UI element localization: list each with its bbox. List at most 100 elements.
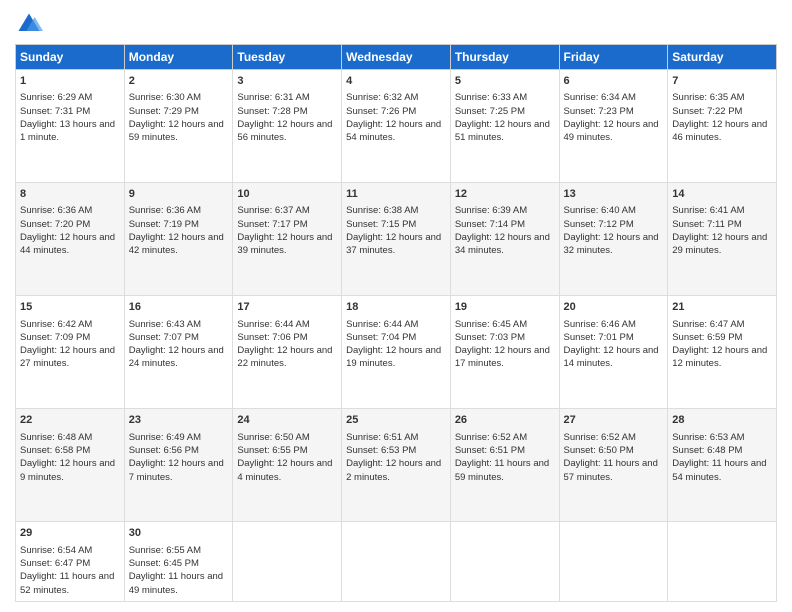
sunrise: Sunrise: 6:54 AM: [20, 545, 92, 556]
day-number: 23: [129, 413, 229, 428]
week-row-4: 22 Sunrise: 6:48 AM Sunset: 6:58 PM Dayligh…: [16, 409, 777, 522]
sunset: Sunset: 7:17 PM: [237, 219, 307, 230]
day-number: 12: [455, 187, 555, 202]
sunset: Sunset: 6:51 PM: [455, 445, 525, 456]
sunrise: Sunrise: 6:51 AM: [346, 432, 418, 443]
sunrise: Sunrise: 6:47 AM: [672, 319, 744, 330]
sunset: Sunset: 6:56 PM: [129, 445, 199, 456]
daylight: Daylight: 12 hours and 54 minutes.: [346, 119, 441, 143]
day-number: 14: [672, 187, 772, 202]
sunset: Sunset: 7:01 PM: [564, 332, 634, 343]
day-number: 30: [129, 526, 229, 541]
sunrise: Sunrise: 6:34 AM: [564, 92, 636, 103]
day-number: 1: [20, 74, 120, 89]
sunrise: Sunrise: 6:32 AM: [346, 92, 418, 103]
daylight: Daylight: 12 hours and 12 minutes.: [672, 345, 767, 369]
calendar-cell: [668, 522, 777, 602]
day-number: 21: [672, 300, 772, 315]
calendar-cell: 20Sunrise: 6:46 AMSunset: 7:01 PMDayligh…: [559, 296, 668, 409]
daylight: Daylight: 12 hours and 4 minutes.: [237, 458, 332, 482]
sunset: Sunset: 6:45 PM: [129, 558, 199, 569]
day-number: 6: [564, 74, 664, 89]
sunset: Sunset: 7:12 PM: [564, 219, 634, 230]
calendar-cell: [342, 522, 451, 602]
calendar-cell: 24Sunrise: 6:50 AMSunset: 6:55 PMDayligh…: [233, 409, 342, 522]
calendar-cell: 29Sunrise: 6:54 AMSunset: 6:47 PMDayligh…: [16, 522, 125, 602]
week-row-5: 29Sunrise: 6:54 AMSunset: 6:47 PMDayligh…: [16, 522, 777, 602]
daylight: Daylight: 12 hours and 51 minutes.: [455, 119, 550, 143]
calendar-cell: 26Sunrise: 6:52 AMSunset: 6:51 PMDayligh…: [450, 409, 559, 522]
sunset: Sunset: 7:03 PM: [455, 332, 525, 343]
calendar-cell: [559, 522, 668, 602]
daylight: Daylight: 12 hours and 59 minutes.: [129, 119, 224, 143]
day-number: 29: [20, 526, 120, 541]
sunset: Sunset: 6:55 PM: [237, 445, 307, 456]
calendar-cell: 17Sunrise: 6:44 AMSunset: 7:06 PMDayligh…: [233, 296, 342, 409]
sunset: Sunset: 7:31 PM: [20, 106, 90, 117]
daylight: Daylight: 11 hours and 57 minutes.: [564, 458, 658, 482]
daylight: Daylight: 12 hours and 19 minutes.: [346, 345, 441, 369]
sunrise: Sunrise: 6:53 AM: [672, 432, 744, 443]
calendar-cell: [450, 522, 559, 602]
calendar-cell: 10Sunrise: 6:37 AMSunset: 7:17 PMDayligh…: [233, 183, 342, 296]
logo: [15, 10, 47, 38]
calendar-cell: 8Sunrise: 6:36 AMSunset: 7:20 PMDaylight…: [16, 183, 125, 296]
day-number: 5: [455, 74, 555, 89]
sunset: Sunset: 7:22 PM: [672, 106, 742, 117]
day-number: 17: [237, 300, 337, 315]
calendar-cell: 25Sunrise: 6:51 AMSunset: 6:53 PMDayligh…: [342, 409, 451, 522]
day-number: 22: [20, 413, 120, 428]
calendar-cell: 7Sunrise: 6:35 AMSunset: 7:22 PMDaylight…: [668, 70, 777, 183]
sunset: Sunset: 7:19 PM: [129, 219, 199, 230]
daylight: Daylight: 12 hours and 46 minutes.: [672, 119, 767, 143]
calendar-cell: 30Sunrise: 6:55 AMSunset: 6:45 PMDayligh…: [124, 522, 233, 602]
day-number: 2: [129, 74, 229, 89]
calendar-cell: 9Sunrise: 6:36 AMSunset: 7:19 PMDaylight…: [124, 183, 233, 296]
calendar-cell: 3Sunrise: 6:31 AMSunset: 7:28 PMDaylight…: [233, 70, 342, 183]
calendar-cell: 4Sunrise: 6:32 AMSunset: 7:26 PMDaylight…: [342, 70, 451, 183]
calendar-cell: 19Sunrise: 6:45 AMSunset: 7:03 PMDayligh…: [450, 296, 559, 409]
sunrise: Sunrise: 6:42 AM: [20, 319, 92, 330]
sunrise: Sunrise: 6:52 AM: [564, 432, 636, 443]
daylight: Daylight: 12 hours and 42 minutes.: [129, 232, 224, 256]
header-cell-monday: Monday: [124, 45, 233, 70]
logo-icon: [15, 10, 43, 38]
sunset: Sunset: 6:50 PM: [564, 445, 634, 456]
sunrise: Sunrise: 6:48 AM: [20, 432, 92, 443]
daylight: Daylight: 12 hours and 49 minutes.: [564, 119, 659, 143]
day-number: 9: [129, 187, 229, 202]
daylight: Daylight: 12 hours and 39 minutes.: [237, 232, 332, 256]
sunset: Sunset: 6:59 PM: [672, 332, 742, 343]
day-number: 18: [346, 300, 446, 315]
calendar-cell: 14Sunrise: 6:41 AMSunset: 7:11 PMDayligh…: [668, 183, 777, 296]
header-cell-wednesday: Wednesday: [342, 45, 451, 70]
calendar-cell: 6Sunrise: 6:34 AMSunset: 7:23 PMDaylight…: [559, 70, 668, 183]
sunrise: Sunrise: 6:55 AM: [129, 545, 201, 556]
header-cell-thursday: Thursday: [450, 45, 559, 70]
daylight: Daylight: 12 hours and 37 minutes.: [346, 232, 441, 256]
sunset: Sunset: 6:47 PM: [20, 558, 90, 569]
daylight: Daylight: 12 hours and 34 minutes.: [455, 232, 550, 256]
calendar-cell: [233, 522, 342, 602]
day-number: 15: [20, 300, 120, 315]
calendar-cell: 11Sunrise: 6:38 AMSunset: 7:15 PMDayligh…: [342, 183, 451, 296]
day-number: 24: [237, 413, 337, 428]
sunrise: Sunrise: 6:39 AM: [455, 205, 527, 216]
calendar-cell: 28Sunrise: 6:53 AMSunset: 6:48 PMDayligh…: [668, 409, 777, 522]
day-number: 27: [564, 413, 664, 428]
sunset: Sunset: 7:07 PM: [129, 332, 199, 343]
sunset: Sunset: 7:04 PM: [346, 332, 416, 343]
day-number: 3: [237, 74, 337, 89]
daylight: Daylight: 12 hours and 29 minutes.: [672, 232, 767, 256]
sunrise: Sunrise: 6:29 AM: [20, 92, 92, 103]
day-number: 26: [455, 413, 555, 428]
calendar-table: SundayMondayTuesdayWednesdayThursdayFrid…: [15, 44, 777, 602]
sunset: Sunset: 7:28 PM: [237, 106, 307, 117]
calendar-cell: 23Sunrise: 6:49 AMSunset: 6:56 PMDayligh…: [124, 409, 233, 522]
sunset: Sunset: 6:58 PM: [20, 445, 90, 456]
daylight: Daylight: 13 hours and 1 minute.: [20, 119, 115, 143]
sunrise: Sunrise: 6:31 AM: [237, 92, 309, 103]
sunrise: Sunrise: 6:38 AM: [346, 205, 418, 216]
day-number: 13: [564, 187, 664, 202]
sunrise: Sunrise: 6:41 AM: [672, 205, 744, 216]
